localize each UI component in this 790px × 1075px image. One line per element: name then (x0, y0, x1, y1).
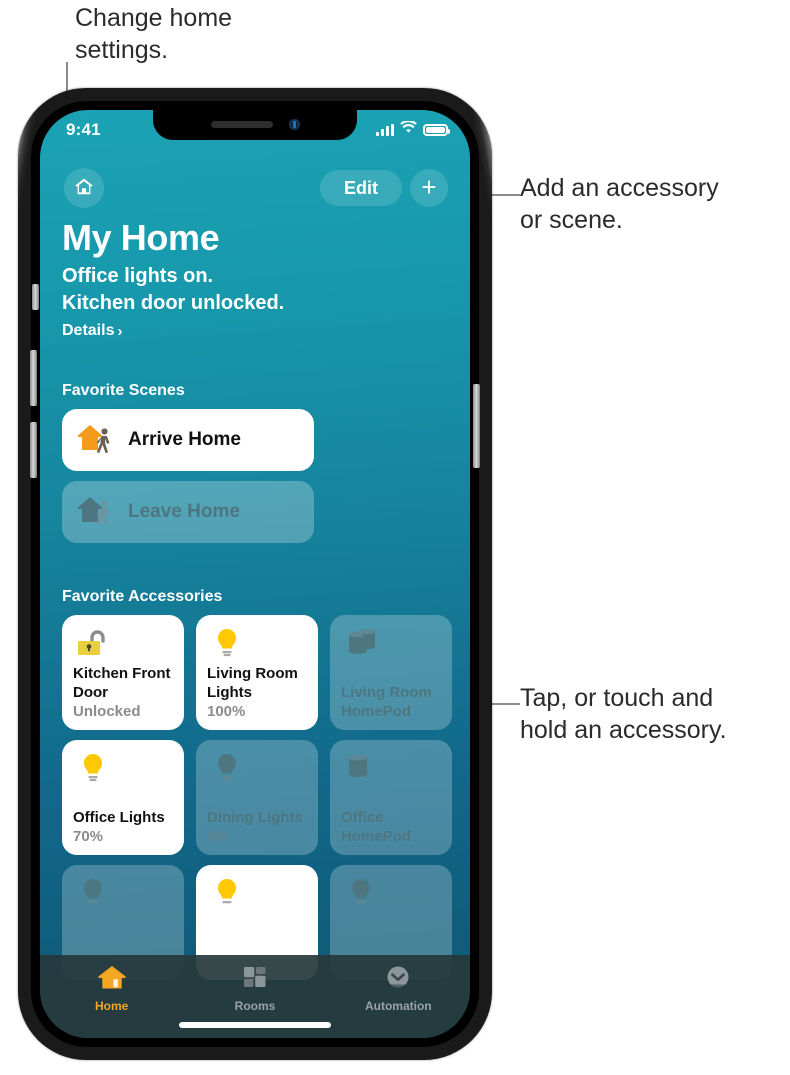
accessory-text: Living Room HomePod (341, 683, 444, 721)
nav-row: Edit + (40, 166, 470, 210)
scene-label: Leave Home (128, 501, 240, 522)
accessory-name: Living Room HomePod (341, 684, 432, 720)
status-time: 9:41 (66, 120, 101, 139)
phone-screen: 9:41 Edit + My Home Office lights on. Ki… (40, 110, 470, 1038)
lightbulb-icon (73, 750, 173, 795)
tab-label: Automation (364, 999, 432, 1013)
house-arrive-icon (76, 421, 116, 460)
accessory-text: Dining Lights Off (207, 808, 310, 846)
house-leave-icon (76, 493, 116, 532)
accessory-name: Office Lights (73, 809, 165, 826)
tab-label: Rooms (234, 999, 276, 1013)
callout-change-home-settings: Change home settings. (75, 4, 233, 64)
details-label: Details (62, 322, 115, 339)
details-link[interactable]: Details › (62, 322, 122, 340)
homepod-stereo-icon (341, 625, 441, 670)
nav-actions: Edit + (320, 169, 448, 207)
scene-tile-arrive-home[interactable]: Arrive Home (62, 409, 314, 471)
lightbulb-icon (73, 875, 173, 920)
rooms-grid-icon (241, 964, 269, 995)
scene-tile-leave-home[interactable]: Leave Home (62, 481, 314, 543)
accessory-tile-office-lights[interactable]: Office Lights 70% (62, 740, 184, 855)
wifi-icon (400, 120, 417, 139)
status-indicators (376, 120, 450, 139)
accessory-tile-living-room-lights[interactable]: Living Room Lights 100% (196, 615, 318, 730)
signal-bars-icon (376, 124, 394, 136)
accessory-tile-living-room-homepod[interactable]: Living Room HomePod (330, 615, 452, 730)
volume-up-button[interactable] (30, 350, 37, 406)
status-line-lights: Office lights on. (62, 265, 214, 287)
home-app-content: Edit + My Home Office lights on. Kitchen… (40, 110, 470, 1038)
front-camera-icon (289, 119, 300, 130)
section-header-accessories: Favorite Accessories (62, 588, 223, 605)
home-indicator[interactable] (179, 1022, 331, 1028)
accessory-text: Office HomePod (341, 808, 444, 846)
section-header-scenes: Favorite Scenes (62, 382, 185, 399)
page-title: My Home (62, 217, 220, 258)
callout-add-accessory: Add an accessory or scene. (520, 174, 719, 234)
tab-label: Home (94, 999, 129, 1013)
iphone-device-frame: 9:41 Edit + My Home Office lights on. Ki… (18, 88, 492, 1060)
house-filled-icon (97, 964, 127, 995)
accessory-name: Living Room Lights (207, 665, 298, 701)
accessories-grid: Kitchen Front Door Unlocked Living Room … (62, 615, 452, 980)
lightbulb-icon (207, 750, 307, 795)
accessory-tile-kitchen-front-door[interactable]: Kitchen Front Door Unlocked (62, 615, 184, 730)
accessory-state: Unlocked (73, 703, 141, 720)
home-status-summary: Office lights on. Kitchen door unlocked. (62, 263, 284, 317)
house-icon (73, 176, 95, 201)
tab-rooms[interactable]: Rooms (183, 964, 326, 1013)
accessory-tile-dining-lights[interactable]: Dining Lights Off (196, 740, 318, 855)
accessory-name: Dining Lights (207, 809, 303, 826)
accessory-state: 70% (73, 828, 104, 845)
homepod-icon (341, 750, 441, 795)
accessory-tile-office-homepod[interactable]: Office HomePod (330, 740, 452, 855)
battery-full-icon (423, 124, 450, 136)
accessory-text: Kitchen Front Door Unlocked (73, 664, 176, 721)
add-accessory-button[interactable]: + (410, 169, 448, 207)
tab-home[interactable]: Home (40, 964, 183, 1013)
accessory-name: Office HomePod (341, 809, 412, 845)
scene-label: Arrive Home (128, 429, 241, 450)
callout-tap-hold-accessory: Tap, or touch and hold an accessory. (520, 684, 727, 744)
side-power-button[interactable] (473, 384, 480, 468)
accessory-state: Off (207, 828, 229, 845)
volume-down-button[interactable] (30, 422, 37, 478)
accessory-text: Living Room Lights 100% (207, 664, 310, 721)
accessory-state: 100% (207, 703, 246, 720)
lightbulb-icon (341, 875, 441, 920)
silent-switch[interactable] (32, 284, 39, 310)
status-line-door: Kitchen door unlocked. (62, 292, 285, 314)
earpiece-speaker-icon (211, 121, 273, 128)
accessory-text: Office Lights 70% (73, 808, 176, 846)
chevron-right-icon: › (117, 322, 123, 340)
edit-button[interactable]: Edit (320, 170, 402, 206)
accessory-name: Kitchen Front Door (73, 665, 171, 701)
display-notch (153, 110, 357, 140)
tab-automation[interactable]: Automation (327, 964, 470, 1013)
lightbulb-icon (207, 875, 307, 920)
home-settings-button[interactable] (64, 168, 104, 208)
clock-icon (384, 964, 412, 995)
